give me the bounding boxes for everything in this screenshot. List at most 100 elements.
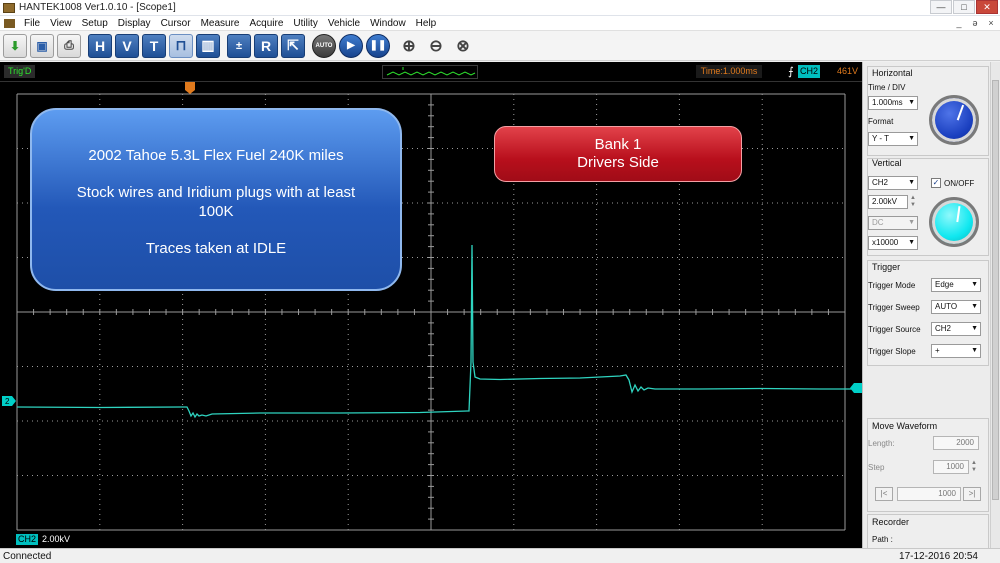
- info-callout: 2002 Tahoe 5.3L Flex Fuel 240K miles Sto…: [30, 108, 402, 291]
- step-field[interactable]: 1000: [933, 460, 969, 474]
- ch2-level-marker-label: 2: [5, 397, 10, 406]
- trigger-slope-label: Trigger Slope: [868, 347, 916, 356]
- menu-setup[interactable]: Setup: [77, 18, 113, 29]
- document-icon[interactable]: [4, 18, 15, 28]
- menu-utility[interactable]: Utility: [288, 18, 322, 29]
- app-icon: [3, 2, 15, 13]
- bar-chart-icon[interactable]: ▥: [196, 33, 220, 58]
- connection-status: Connected: [3, 550, 52, 562]
- zoom-out-icon[interactable]: ⊖: [424, 34, 448, 58]
- position-field[interactable]: 1000: [897, 487, 961, 501]
- rising-edge-icon: ⨍: [788, 66, 794, 78]
- first-position-button[interactable]: |<: [875, 487, 893, 501]
- status-datetime: 17-12-2016 20:54: [899, 550, 978, 562]
- volts-div-knob[interactable]: [929, 197, 979, 247]
- menu-help[interactable]: Help: [411, 18, 442, 29]
- auto-button[interactable]: AUTO: [312, 33, 336, 58]
- trigger-mode-select[interactable]: Edge ▼: [931, 278, 981, 292]
- coupling-select[interactable]: DC ▼: [868, 216, 918, 230]
- cursor-tool-icon[interactable]: ⇱: [281, 33, 305, 58]
- channel-badge: CH2: [16, 533, 39, 545]
- scrollbar-thumb[interactable]: [992, 80, 999, 500]
- time-div-select[interactable]: 1.000ms ▼: [868, 96, 918, 110]
- trigger-button[interactable]: T: [142, 33, 166, 58]
- menu-view[interactable]: View: [45, 18, 77, 29]
- scope-display[interactable]: 2 2002 Tahoe 5.3L Flex Fuel 240K miles S…: [0, 82, 862, 548]
- horizontal-button[interactable]: H: [88, 33, 112, 58]
- panel-scrollbar[interactable]: [990, 62, 1000, 548]
- trigger-level-marker[interactable]: [850, 383, 862, 393]
- step-spinner-icon[interactable]: ▲ ▼: [970, 460, 978, 474]
- last-position-button[interactable]: >|: [963, 487, 981, 501]
- length-field[interactable]: 2000: [933, 436, 979, 450]
- pulse-icon[interactable]: ⊓: [169, 33, 193, 58]
- close-button[interactable]: ✕: [976, 0, 998, 14]
- mdi-restore-button[interactable]: ə: [968, 18, 982, 28]
- bank-title: Bank 1: [594, 136, 642, 153]
- trigger-sweep-value: AUTO: [935, 302, 958, 311]
- time-div-knob[interactable]: [929, 95, 979, 145]
- title-bar: HANTEK1008 Ver1.0.10 - [Scope1] — □ ✕: [0, 0, 1000, 16]
- print-icon[interactable]: ⎙: [57, 33, 81, 58]
- menu-vehicle[interactable]: Vehicle: [323, 18, 365, 29]
- volts-spinner-icon[interactable]: ▲ ▼: [909, 195, 917, 209]
- open-icon[interactable]: ⬇: [3, 33, 27, 58]
- channel-select[interactable]: CH2 ▼: [868, 176, 918, 190]
- length-label: Length:: [868, 439, 895, 448]
- volts-div-field[interactable]: 2.00kV: [868, 195, 908, 209]
- waveform-overview[interactable]: [382, 65, 478, 79]
- zoom-in-icon[interactable]: ⊕: [397, 34, 421, 58]
- mdi-minimize-button[interactable]: _: [952, 18, 966, 28]
- length-value: 2000: [956, 438, 974, 447]
- reference-button[interactable]: R: [254, 33, 278, 58]
- chevron-down-icon: ▼: [971, 281, 978, 288]
- menu-display[interactable]: Display: [113, 18, 156, 29]
- menu-cursor[interactable]: Cursor: [156, 18, 196, 29]
- channel-scale-readout: CH2 2.00kV: [16, 533, 71, 545]
- math-icon[interactable]: ±: [227, 33, 251, 58]
- trigger-sweep-select[interactable]: AUTO ▼: [931, 300, 981, 314]
- chevron-down-icon: ▼: [971, 303, 978, 310]
- minimize-button[interactable]: —: [930, 0, 952, 14]
- menu-window[interactable]: Window: [365, 18, 411, 29]
- format-value: Y - T: [872, 134, 890, 143]
- zoom-reset-icon[interactable]: ⊗: [451, 34, 475, 58]
- trigger-slope-select[interactable]: + ▼: [931, 344, 981, 358]
- probe-select[interactable]: x10000 ▼: [868, 236, 918, 250]
- menu-file[interactable]: File: [19, 18, 45, 29]
- mdi-close-button[interactable]: ×: [984, 18, 998, 28]
- window-controls: — □ ✕: [929, 0, 998, 14]
- chevron-down-icon: ▼: [908, 219, 915, 226]
- chevron-down-icon: ▼: [908, 99, 915, 106]
- trigger-source-value: CH2: [935, 324, 952, 333]
- format-label: Format: [868, 117, 894, 126]
- channel-value: CH2: [872, 178, 889, 187]
- probe-value: x10000: [872, 238, 899, 247]
- run-icon[interactable]: ▶: [339, 33, 363, 58]
- step-label: Step: [868, 463, 885, 472]
- trigger-position-marker[interactable]: [185, 82, 195, 94]
- recorder-path-label: Path :: [872, 535, 893, 544]
- chevron-down-icon: ▼: [908, 135, 915, 142]
- horizontal-title: Horizontal: [872, 68, 913, 78]
- position-value: 1000: [938, 489, 956, 498]
- status-bar: Connected 17-12-2016 20:54: [0, 548, 1000, 563]
- pause-icon[interactable]: ❚❚: [366, 33, 390, 58]
- format-select[interactable]: Y - T ▼: [868, 132, 918, 146]
- save-icon[interactable]: ▣: [30, 33, 54, 58]
- bank-callout: Bank 1 Drivers Side: [494, 126, 742, 182]
- info-line-wires: Stock wires and Iridium plugs with at le…: [76, 184, 356, 201]
- info-line-vehicle: 2002 Tahoe 5.3L Flex Fuel 240K miles: [88, 147, 344, 164]
- trigger-voltage-readout: 461V: [836, 66, 858, 76]
- mdi-controls: _ ə ×: [950, 18, 998, 28]
- time-div-label: Time / DIV: [868, 83, 906, 92]
- maximize-button[interactable]: □: [953, 0, 975, 14]
- menu-acquire[interactable]: Acquire: [244, 18, 288, 29]
- menu-measure[interactable]: Measure: [196, 18, 245, 29]
- trigger-source-select[interactable]: CH2 ▼: [931, 322, 981, 336]
- trigger-mode-label: Trigger Mode: [868, 281, 916, 290]
- onoff-checkbox[interactable]: ✓: [931, 178, 941, 188]
- step-value: 1000: [946, 462, 964, 471]
- vertical-button[interactable]: V: [115, 33, 139, 58]
- knob-pointer-icon: [956, 206, 961, 223]
